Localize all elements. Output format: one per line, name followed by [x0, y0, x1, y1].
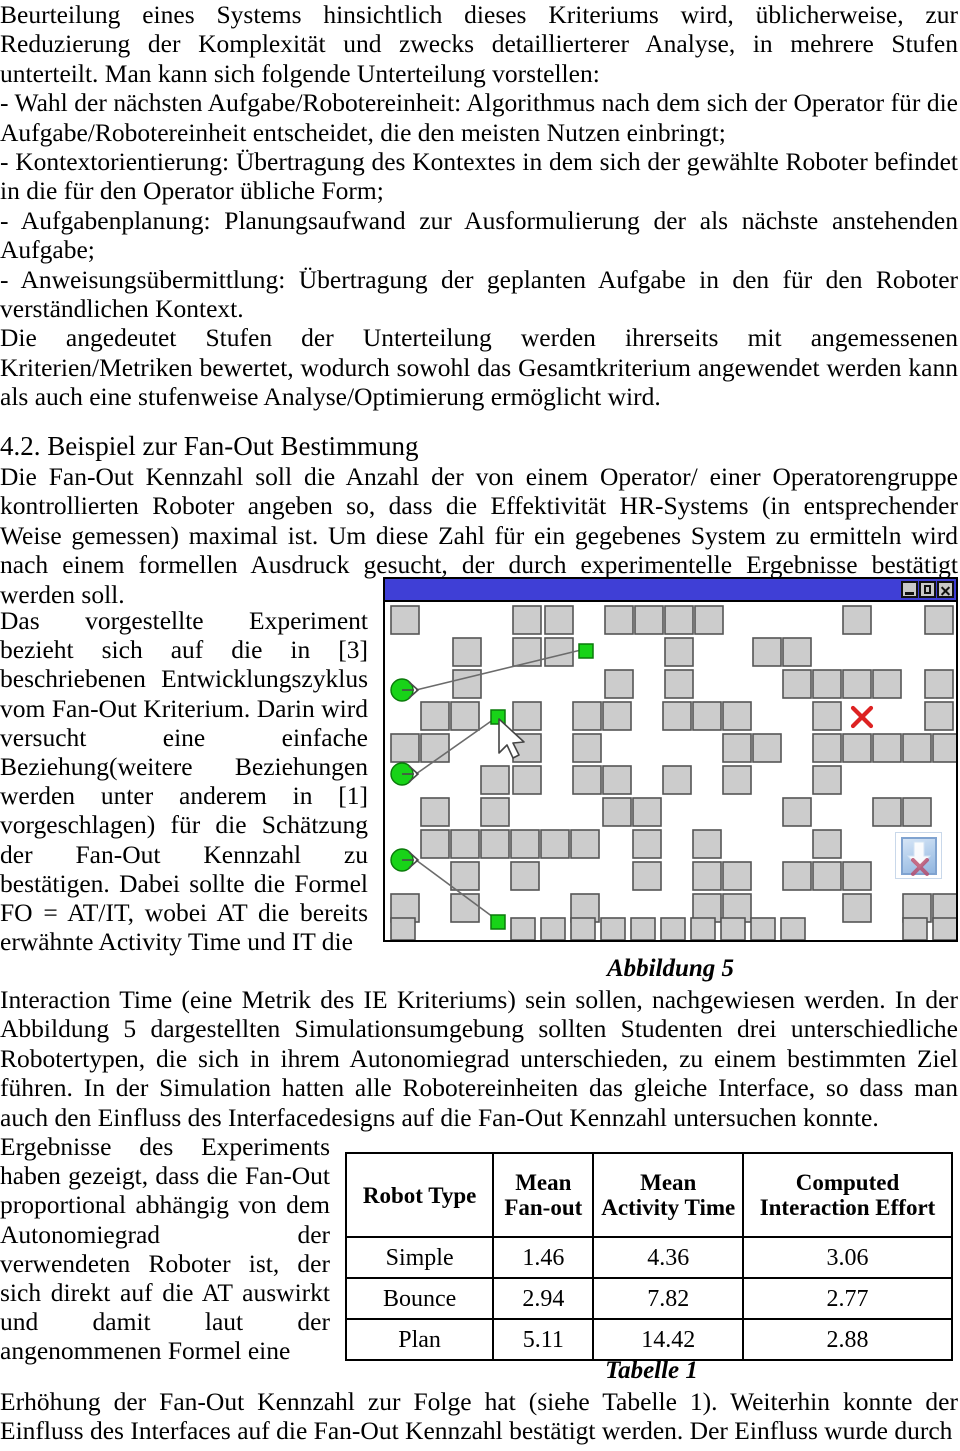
- bullet-item-1: - Wahl der nächsten Aufgabe/Robotereinhe…: [0, 88, 958, 147]
- simulation-grid: [390, 605, 956, 940]
- header-line: Mean: [640, 1170, 697, 1195]
- figure-wrap-text: Das vorgestellte Experiment bezieht sich…: [0, 606, 368, 956]
- header-line: Mean: [515, 1170, 572, 1195]
- after-figure-paragraph: Interaction Time (eine Metrik des IE Kri…: [0, 985, 958, 1132]
- download-failed-icon: [895, 832, 942, 879]
- maximize-icon[interactable]: [919, 581, 936, 598]
- cell-interaction-effort: 2.88: [742, 1318, 953, 1361]
- intro-text-block: Beurteilung eines Systems hinsichtlich d…: [0, 0, 958, 412]
- table-row: Plan 5.11 14.42 2.88: [344, 1318, 953, 1361]
- cell-robot-type: Bounce: [344, 1277, 495, 1320]
- minimize-icon[interactable]: [901, 581, 918, 598]
- table-body: Simple 1.46 4.36 3.06 Bounce 2.94 7.82 2…: [344, 1236, 953, 1361]
- column-header-mean-activity-time: Mean Activity Time: [592, 1152, 745, 1238]
- bullet-item-3: - Aufgabenplanung: Planungsaufwand zur A…: [0, 205, 958, 265]
- table-row: Bounce 2.94 7.82 2.77: [344, 1277, 953, 1320]
- close-icon[interactable]: [937, 581, 954, 598]
- intro-paragraph: Beurteilung eines Systems hinsichtlich d…: [0, 0, 958, 88]
- header-line: Computed: [795, 1170, 900, 1195]
- table-row: Simple 1.46 4.36 3.06: [344, 1236, 953, 1279]
- results-table-wrap: Robot Type Mean Fan-out Mean Activity Ti…: [344, 1152, 953, 1361]
- figure-caption: Abbildung 5: [606, 955, 735, 982]
- after-figure-block: Interaction Time (eine Metrik des IE Kri…: [0, 985, 958, 1132]
- robot-3[interactable]: [390, 848, 420, 872]
- bullet-item-2: - Kontextorientierung: Übertragung des K…: [0, 147, 958, 206]
- section-heading: 4.2. Beispiel zur Fan-Out Bestimmung: [0, 431, 419, 461]
- window-titlebar[interactable]: [385, 579, 956, 602]
- simulation-window[interactable]: [383, 577, 958, 942]
- cell-activity-time: 4.36: [592, 1236, 745, 1279]
- simulation-canvas[interactable]: [385, 602, 956, 940]
- bottom-paragraph: Erhöhung der Fan-Out Kennzahl zur Folge …: [0, 1387, 958, 1446]
- cell-interaction-effort: 2.77: [742, 1277, 953, 1320]
- cell-fan-out: 2.94: [492, 1277, 595, 1320]
- cell-interaction-effort: 3.06: [742, 1236, 953, 1279]
- robot-1[interactable]: [390, 678, 420, 702]
- after-bullets-paragraph: Die angedeutet Stufen der Unterteilung w…: [0, 323, 958, 412]
- cell-robot-type: Plan: [344, 1318, 495, 1361]
- figure-caption-wrap: Abbildung 5: [383, 955, 958, 983]
- header-line: Fan-out: [504, 1195, 583, 1220]
- column-header-mean-fan-out: Mean Fan-out: [492, 1152, 595, 1238]
- table-caption: Tabelle 1: [605, 1357, 698, 1384]
- obstacle-blocks: [390, 605, 956, 940]
- cell-activity-time: 14.42: [592, 1318, 745, 1361]
- goal-marker-1[interactable]: [578, 643, 594, 659]
- bullet-item-4: - Anweisungsübermittlung: Übertragung de…: [0, 264, 958, 324]
- table-head: Robot Type Mean Fan-out Mean Activity Ti…: [344, 1152, 953, 1238]
- target-x-icon: [850, 705, 874, 729]
- table-caption-wrap: Tabelle 1: [345, 1357, 958, 1385]
- cell-robot-type: Simple: [344, 1236, 495, 1279]
- header-line: Activity Time: [601, 1195, 736, 1220]
- table-wrap-text: Ergebnisse des Experiments haben gezeigt…: [0, 1132, 330, 1366]
- table-header-row: Robot Type Mean Fan-out Mean Activity Ti…: [344, 1152, 953, 1238]
- wrap-paragraph: Das vorgestellte Experiment bezieht sich…: [0, 606, 368, 957]
- robot-2[interactable]: [390, 762, 420, 786]
- cell-fan-out: 5.11: [492, 1318, 595, 1361]
- goal-marker-3[interactable]: [490, 914, 506, 930]
- header-line: Robot Type: [362, 1182, 477, 1208]
- results-wrap-paragraph: Ergebnisse des Experiments haben gezeigt…: [0, 1132, 330, 1366]
- document-page: Beurteilung eines Systems hinsichtlich d…: [0, 0, 960, 1451]
- results-table: Robot Type Mean Fan-out Mean Activity Ti…: [344, 1152, 953, 1361]
- header-line: Interaction Effort: [759, 1195, 936, 1220]
- cell-fan-out: 1.46: [492, 1236, 595, 1279]
- cell-activity-time: 7.82: [592, 1277, 745, 1320]
- bottom-block: Erhöhung der Fan-Out Kennzahl zur Folge …: [0, 1387, 958, 1446]
- column-header-computed-interaction-effort: Computed Interaction Effort: [742, 1152, 953, 1238]
- column-header-robot-type: Robot Type: [344, 1152, 495, 1238]
